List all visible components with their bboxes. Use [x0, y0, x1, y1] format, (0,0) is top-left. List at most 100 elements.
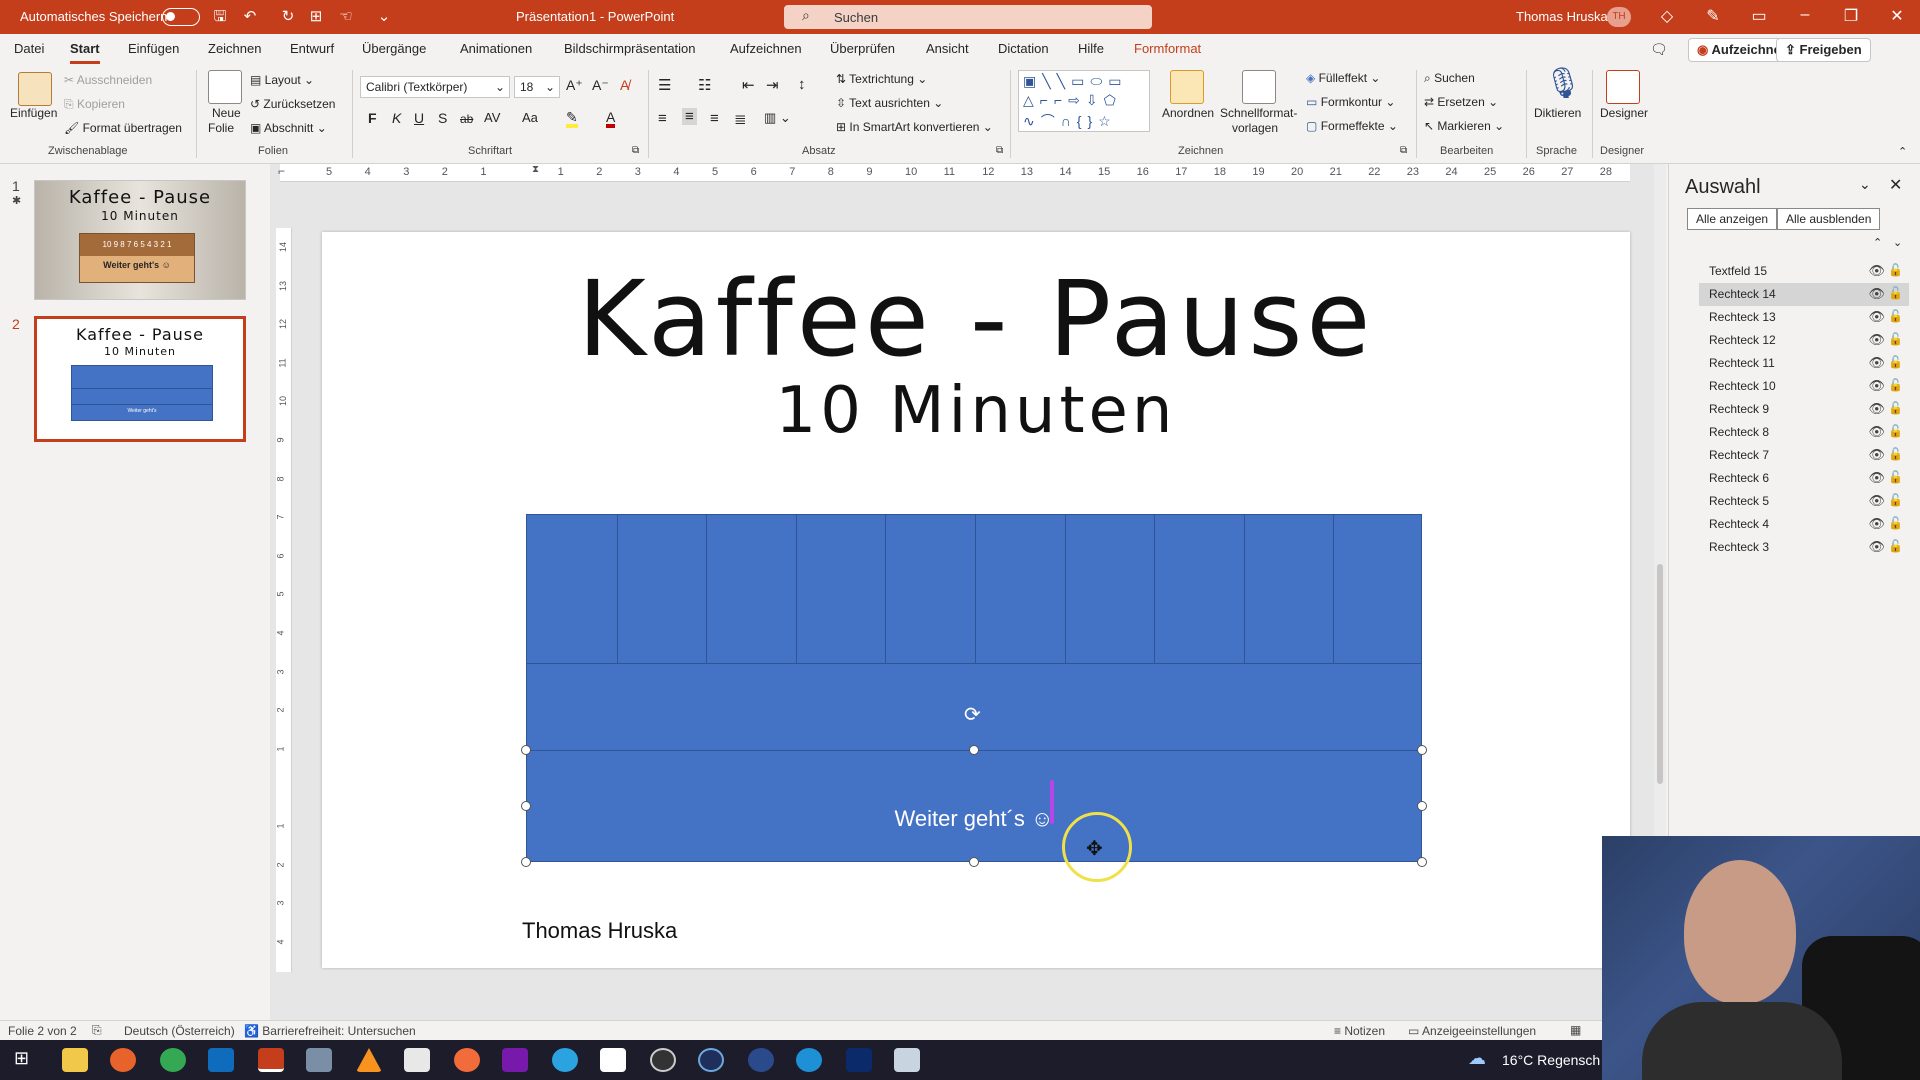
increase-indent-icon[interactable]: ⇥ [766, 76, 779, 94]
align-right-icon[interactable]: ≡ [710, 110, 719, 127]
onenote-icon[interactable] [502, 1048, 528, 1072]
eye-icon[interactable]: 👁 [1868, 470, 1885, 486]
bullets-icon[interactable]: ☰ [658, 76, 671, 94]
share-button[interactable]: ⇪ Freigeben [1776, 38, 1871, 62]
tab-hilfe[interactable]: Hilfe [1078, 41, 1104, 56]
eye-icon[interactable]: 👁 [1868, 286, 1885, 302]
font-size-combo[interactable]: 18 ⌄ [514, 76, 560, 98]
resize-handle[interactable] [969, 857, 979, 867]
eye-icon[interactable]: 👁 [1868, 332, 1885, 348]
reset-button[interactable]: ↺ Zurücksetzen [250, 97, 335, 111]
resize-handle[interactable] [1417, 857, 1427, 867]
tab-ueberpruefen[interactable]: Überprüfen [830, 41, 895, 56]
resize-handle[interactable] [521, 745, 531, 755]
line-spacing-icon[interactable]: ↕ [798, 76, 806, 93]
microphone-icon[interactable]: 🎙 [1544, 66, 1582, 101]
app-icon[interactable] [846, 1048, 872, 1072]
smartart-button[interactable]: ⊞ In SmartArt konvertieren ⌄ [836, 120, 993, 134]
selection-item[interactable]: Rechteck 4 👁 🔓 [1699, 513, 1909, 536]
decrease-indent-icon[interactable]: ⇤ [742, 76, 755, 94]
shapes-gallery[interactable]: ▣╲╲▭⬭▭ △⌐⌐⇨⇩⬠ ∿⌒∩{}☆ [1018, 70, 1150, 132]
normal-view-icon[interactable]: ▦ [1570, 1023, 1581, 1037]
unlock-icon[interactable]: 🔓 [1888, 401, 1903, 415]
language[interactable]: Deutsch (Österreich) [124, 1024, 235, 1038]
selection-item[interactable]: Rechteck 8 👁 🔓 [1699, 421, 1909, 444]
chevron-down-icon[interactable]: ⌄ [1859, 176, 1871, 193]
unlock-icon[interactable]: 🔓 [1888, 516, 1903, 530]
spellcheck-icon[interactable]: ⎘ [92, 1023, 102, 1038]
horizontal-ruler[interactable]: 5 4 3 2 1 1 2 3 4 5 6 7 8 9 10 11 12 13 14 15 16 17 18 19 20 21 22… [280, 164, 1630, 182]
change-case-button[interactable]: Aa [522, 110, 538, 125]
resize-handle[interactable] [969, 745, 979, 755]
dialog-launcher-icon[interactable]: ⧉ [996, 145, 1003, 156]
present-icon[interactable]: ⊞ [306, 7, 326, 27]
app-icon[interactable] [404, 1048, 430, 1072]
collapse-ribbon-icon[interactable]: ⌃ [1898, 145, 1907, 158]
eye-icon[interactable]: 👁 [1868, 493, 1885, 509]
send-backward-icon[interactable]: ⌄ [1893, 236, 1902, 249]
weather-icon[interactable]: ☁ [1468, 1048, 1486, 1069]
display-settings-button[interactable]: ▭ Anzeigeeinstellungen [1408, 1024, 1536, 1038]
windows-start-icon[interactable]: ⊞ [14, 1048, 29, 1069]
app-icon[interactable] [748, 1048, 774, 1072]
copy-button[interactable]: ⎘ Kopieren [64, 97, 125, 112]
shape-effects-button[interactable]: ▢ Formeffekte ⌄ [1306, 119, 1398, 133]
restore-icon[interactable]: ❐ [1836, 6, 1866, 26]
slide-button-text[interactable]: Weiter geht´s ☺ [526, 806, 1422, 832]
undo-icon[interactable]: ↶ [240, 7, 260, 27]
columns-icon[interactable]: ▥ ⌄ [764, 110, 791, 126]
replace-button[interactable]: ⇄ Ersetzen ⌄ [1424, 95, 1498, 109]
eye-icon[interactable]: 👁 [1868, 401, 1885, 417]
slide-thumbnail-2[interactable]: Kaffee - Pause 10 Minuten Weiter geht's [34, 316, 246, 442]
eye-icon[interactable]: 👁 [1868, 263, 1885, 279]
file-explorer-icon[interactable] [62, 1048, 88, 1072]
dictate-button[interactable]: Diktieren [1534, 106, 1581, 120]
highlight-icon[interactable]: ✎ [566, 110, 578, 128]
shadow-button[interactable]: S [438, 110, 447, 126]
find-button[interactable]: ⌕ Suchen [1424, 71, 1475, 86]
eye-icon[interactable]: 👁 [1868, 516, 1885, 532]
slide-author[interactable]: Thomas Hruska [522, 918, 677, 944]
selection-item[interactable]: Rechteck 3 👁 🔓 [1699, 536, 1909, 559]
arrange-icon[interactable] [1170, 70, 1204, 104]
tab-formformat[interactable]: Formformat [1134, 41, 1201, 56]
close-icon[interactable]: ✕ [1882, 6, 1912, 26]
show-all-button[interactable]: Alle anzeigen [1687, 208, 1778, 230]
shrink-font-icon[interactable]: A⁻ [592, 77, 609, 94]
ribbon-display-icon[interactable]: ▭ [1744, 6, 1774, 26]
designer-button[interactable]: Designer [1600, 106, 1648, 120]
eye-icon[interactable]: 👁 [1868, 355, 1885, 371]
bold-button[interactable]: F [368, 110, 377, 126]
app-icon[interactable] [894, 1048, 920, 1072]
close-icon[interactable]: ✕ [1889, 175, 1902, 195]
unlock-icon[interactable]: 🔓 [1888, 447, 1903, 461]
underline-button[interactable]: U [414, 110, 424, 126]
firefox-icon[interactable] [110, 1048, 136, 1072]
unlock-icon[interactable]: 🔓 [1888, 424, 1903, 438]
unlock-icon[interactable]: 🔓 [1888, 286, 1903, 300]
selection-item[interactable]: Rechteck 5 👁 🔓 [1699, 490, 1909, 513]
arrange-button[interactable]: Anordnen [1162, 106, 1214, 120]
minimize-icon[interactable]: – [1790, 6, 1820, 24]
eye-icon[interactable]: 👁 [1868, 424, 1885, 440]
app-icon[interactable] [306, 1048, 332, 1072]
tab-start[interactable]: Start [70, 41, 100, 64]
rotate-handle-icon[interactable]: ⟳ [964, 702, 981, 727]
edge-icon[interactable] [796, 1048, 822, 1072]
new-slide-icon[interactable] [208, 70, 242, 104]
unlock-icon[interactable]: 🔓 [1888, 263, 1903, 277]
new-slide-label-2[interactable]: Folie [208, 121, 234, 135]
app-icon[interactable] [600, 1048, 626, 1072]
indent-marker-icon[interactable]: ⧗ [532, 164, 539, 175]
selection-item[interactable]: Textfeld 15 👁 🔓 [1699, 260, 1909, 283]
save-icon[interactable]: 🖫 [210, 7, 230, 27]
eye-icon[interactable]: 👁 [1868, 378, 1885, 394]
text-direction-button[interactable]: ⇅ Textrichtung ⌄ [836, 72, 927, 86]
tab-entwurf[interactable]: Entwurf [290, 41, 334, 56]
tab-stop-icon[interactable]: ⌐ [278, 164, 285, 178]
dialog-launcher-icon[interactable]: ⧉ [632, 145, 639, 156]
align-center-icon[interactable]: ≡ [682, 108, 697, 125]
selection-item[interactable]: Rechteck 12 👁 🔓 [1699, 329, 1909, 352]
quick-styles-button-2[interactable]: vorlagen [1232, 121, 1278, 135]
comments-icon[interactable]: 🗨 [1650, 41, 1668, 58]
